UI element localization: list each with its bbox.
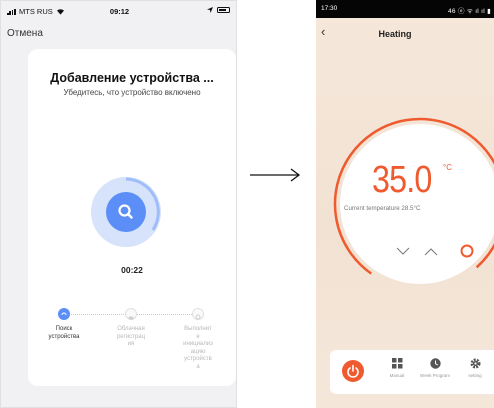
clock-icon bbox=[429, 358, 441, 369]
step-init-dot-icon bbox=[192, 308, 204, 320]
search-icon bbox=[106, 192, 146, 232]
chevron-down-icon[interactable] bbox=[396, 247, 410, 256]
nav-week-program[interactable]: Week Program bbox=[420, 358, 450, 378]
dial-handle[interactable] bbox=[460, 244, 474, 258]
nav-setting-label: setting bbox=[468, 373, 482, 378]
power-icon bbox=[347, 364, 359, 378]
step-label-search: Поиск устройства bbox=[48, 326, 80, 340]
grid-icon bbox=[391, 358, 402, 369]
power-button[interactable] bbox=[342, 360, 364, 382]
step-label-init: Выполнит е инициализ ацию устройств а bbox=[183, 326, 213, 370]
step-cloud-dot-icon bbox=[125, 308, 137, 320]
bottom-toolbar: Manual Week Program setting bbox=[330, 350, 494, 394]
nav-manual[interactable]: Manual bbox=[382, 358, 412, 378]
right-phone-screen: 17:30 46 ⓔ ᯤ ıl ıl ▮ ‹ Heating 35.0 °C C… bbox=[316, 0, 494, 408]
nav-manual-label: Manual bbox=[389, 373, 405, 378]
page-subtitle: Убедитесь, что устройство включено bbox=[63, 88, 201, 97]
step-search-dot-icon bbox=[58, 308, 70, 320]
location-icon bbox=[207, 7, 213, 13]
step-label-cloud: Облачная регистрац ия bbox=[116, 326, 146, 347]
nav-week-program-label: Week Program bbox=[420, 373, 450, 378]
status-bar: 17:30 46 ⓔ ᯤ ıl ıl ▮ bbox=[316, 0, 494, 18]
timer: 00:22 bbox=[121, 265, 143, 275]
cancel-button[interactable]: Отмена bbox=[7, 28, 43, 39]
left-phone-screen: MTS RUS 09:12 Отмена Добавление устройст… bbox=[0, 0, 237, 408]
battery-icon bbox=[217, 7, 230, 13]
pairing-card: Добавление устройства ... Убедитесь, что… bbox=[28, 49, 236, 386]
current-temperature: Current temperature 28.5°C bbox=[344, 205, 421, 212]
status-time: 17:30 bbox=[321, 5, 338, 12]
gear-icon bbox=[470, 358, 480, 369]
temperature-unit: °C bbox=[443, 163, 452, 172]
page-title: Добавление устройства ... bbox=[50, 71, 214, 85]
search-progress-indicator bbox=[91, 177, 161, 247]
nav-setting[interactable]: setting bbox=[460, 358, 490, 378]
status-time: 09:12 bbox=[109, 7, 130, 16]
set-temperature: 35.0 bbox=[372, 159, 432, 201]
page-title: Heating bbox=[378, 29, 412, 39]
status-icons: 46 ⓔ ᯤ ıl ıl ▮ bbox=[448, 8, 491, 15]
status-bar: MTS RUS 09:12 bbox=[1, 1, 238, 23]
arrow-right-icon bbox=[250, 168, 301, 182]
chevron-up-icon[interactable] bbox=[424, 247, 438, 256]
